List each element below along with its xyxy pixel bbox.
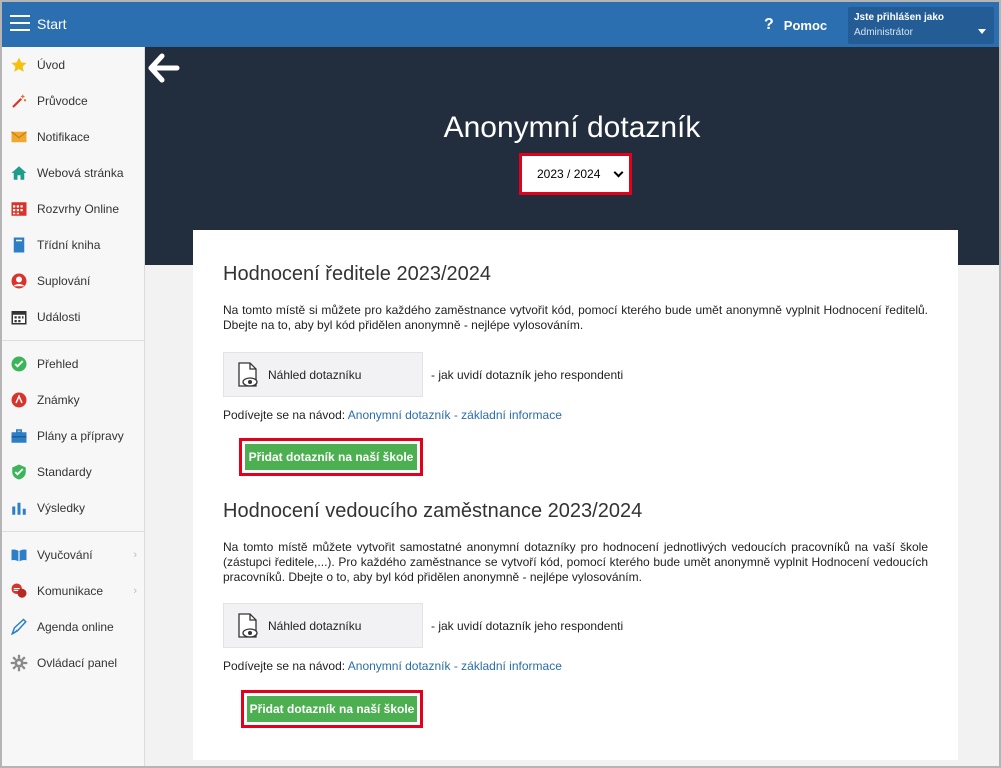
sidebar-item-label: Přehled: [37, 357, 79, 371]
section-description: Na tomto místě si můžete pro každého zam…: [223, 303, 928, 332]
sidebar-item-label: Výsledky: [37, 501, 86, 515]
home-icon: [10, 164, 28, 182]
guide-line: Podívejte se na návod: Anonymní dotazník…: [223, 659, 562, 673]
content-card: Hodnocení ředitele 2023/2024 Na tomto mí…: [193, 230, 958, 760]
user-logged-label: Jste přihlášen jako: [854, 12, 945, 23]
top-bar: Start ? Pomoc Jste přihlášen jako Admini…: [2, 2, 999, 47]
chevron-down-icon: [613, 167, 624, 178]
document-eye-icon: [236, 612, 260, 639]
section-description: Na tomto místě můžete vytvořit samostatn…: [223, 540, 928, 584]
preview-label: Náhled dotazníku: [268, 618, 362, 633]
sidebar-item-suplovani[interactable]: Suplování: [2, 263, 144, 299]
sidebar-item-label: Webová stránka: [37, 166, 124, 180]
sidebar-item-label: Plány a přípravy: [37, 429, 124, 443]
caret-down-icon: [978, 29, 986, 34]
sidebar-item-label: Komunikace: [37, 584, 104, 598]
year-select-value: 2023 / 2024: [537, 167, 601, 181]
sidebar-item-label: Suplování: [37, 274, 91, 288]
sidebar-item-label: Třídní kniha: [37, 238, 101, 252]
shield-check-icon: [10, 463, 28, 481]
help-button[interactable]: ? Pomoc: [764, 16, 827, 34]
sidebar-divider: [2, 531, 144, 532]
sidebar-item-uvod[interactable]: Úvod: [2, 47, 144, 83]
preview-label: Náhled dotazníku: [268, 367, 362, 382]
check-circle-icon: [10, 355, 28, 373]
chevron-right-icon: ›: [133, 585, 137, 597]
sidebar-item-label: Průvodce: [37, 94, 88, 108]
sidebar-item-label: Notifikace: [37, 130, 90, 144]
add-questionnaire-button[interactable]: Přidat dotazník na naší škole: [245, 444, 417, 470]
year-select-highlight: 2023 / 2024: [519, 153, 632, 195]
chevron-right-icon: ›: [133, 549, 137, 561]
magic-wand-icon: [10, 92, 28, 110]
sidebar-item-label: Známky: [37, 393, 80, 407]
question-icon: ?: [764, 16, 774, 33]
guide-line: Podívejte se na návod: Anonymní dotazník…: [223, 408, 562, 422]
preview-questionnaire-button[interactable]: Náhled dotazníku: [223, 352, 423, 397]
sidebar-item-label: Standardy: [37, 465, 92, 479]
section-title: Hodnocení ředitele 2023/2024: [223, 263, 491, 285]
sidebar-divider: [2, 340, 144, 341]
sidebar-item-vysledky[interactable]: Výsledky: [2, 490, 144, 526]
bar-chart-icon: [10, 499, 28, 517]
sidebar-item-label: Ovládací panel: [37, 656, 118, 670]
user-menu[interactable]: Jste přihlášen jako Administrátor: [848, 7, 994, 44]
book-icon: [10, 236, 28, 254]
section-title: Hodnocení vedoucího zaměstnance 2023/202…: [223, 500, 643, 522]
document-eye-icon: [236, 361, 260, 388]
grade-icon: [10, 391, 28, 409]
sidebar-item-komunikace[interactable]: Komunikace ›: [2, 573, 144, 609]
user-icon: [10, 272, 28, 290]
sidebar-item-prehled[interactable]: Přehled: [2, 346, 144, 382]
preview-note: - jak uvidí dotazník jeho respondenti: [431, 619, 624, 633]
sidebar-item-notifikace[interactable]: Notifikace: [2, 119, 144, 155]
start-link[interactable]: Start: [37, 16, 67, 32]
preview-questionnaire-button[interactable]: Náhled dotazníku: [223, 603, 423, 648]
calendar-grid-icon: [10, 200, 28, 218]
sidebar-item-label: Události: [37, 310, 81, 324]
guide-prefix: Podívejte se na návod:: [223, 659, 346, 673]
help-label: Pomoc: [783, 17, 828, 33]
hamburger-menu-icon[interactable]: [10, 15, 30, 31]
sidebar-item-webova-stranka[interactable]: Webová stránka: [2, 155, 144, 191]
page-title: Anonymní dotazník: [443, 111, 701, 144]
sidebar-item-tridni-kniha[interactable]: Třídní kniha: [2, 227, 144, 263]
guide-link[interactable]: Anonymní dotazník - základní informace: [348, 408, 562, 422]
year-select[interactable]: 2023 / 2024: [526, 160, 625, 188]
sidebar-item-rozvrhy-online[interactable]: Rozvrhy Online: [2, 191, 144, 227]
open-book-icon: [10, 546, 28, 564]
sidebar-item-vyucovani[interactable]: Vyučování ›: [2, 537, 144, 573]
sidebar-item-label: Vyučování: [37, 548, 93, 562]
sidebar-item-label: Agenda online: [37, 620, 114, 634]
sidebar-item-agenda-online[interactable]: Agenda online: [2, 609, 144, 645]
back-arrow-icon[interactable]: [148, 52, 180, 84]
pen-icon: [10, 618, 28, 636]
sidebar-item-label: Úvod: [37, 58, 66, 72]
add-button-highlight: Přidat dotazník na naší škole: [241, 690, 423, 728]
add-button-highlight: Přidat dotazník na naší škole: [239, 438, 423, 476]
add-questionnaire-button[interactable]: Přidat dotazník na naší škole: [247, 696, 417, 722]
gear-icon: [10, 654, 28, 672]
briefcase-icon: [10, 427, 28, 445]
envelope-icon: [10, 128, 28, 146]
sidebar-item-udalosti[interactable]: Události: [2, 299, 144, 335]
sidebar-item-standardy[interactable]: Standardy: [2, 454, 144, 490]
sidebar-item-znamky[interactable]: Známky: [2, 382, 144, 418]
sidebar-item-label: Rozvrhy Online: [37, 202, 120, 216]
chat-icon: [10, 582, 28, 600]
guide-prefix: Podívejte se na návod:: [223, 408, 346, 422]
calendar-icon: [10, 308, 28, 326]
star-icon: [10, 56, 28, 74]
preview-note: - jak uvidí dotazník jeho respondenti: [431, 368, 624, 382]
app-window: Start ? Pomoc Jste přihlášen jako Admini…: [0, 0, 1001, 768]
sidebar: Úvod Průvodce Notifikace Webová stránka …: [2, 47, 145, 766]
sidebar-item-ovladaci-panel[interactable]: Ovládací panel: [2, 645, 144, 681]
guide-link[interactable]: Anonymní dotazník - základní informace: [348, 659, 562, 673]
sidebar-item-pruvodce[interactable]: Průvodce: [2, 83, 144, 119]
user-name: Administrátor: [854, 27, 913, 38]
sidebar-item-plany-a-pripravy[interactable]: Plány a přípravy: [2, 418, 144, 454]
